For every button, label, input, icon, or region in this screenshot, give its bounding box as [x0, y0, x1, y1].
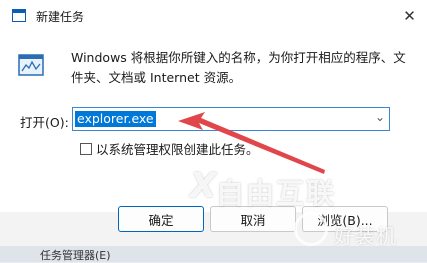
- description-text: Windows 将根据你所键入的名称，为你打开相应的程序、文件夹、文档或 Int…: [71, 50, 406, 85]
- open-input-value[interactable]: explorer.exe: [75, 111, 156, 127]
- watermark-logo-mark: X: [190, 166, 217, 206]
- watermark-logo-text: 自由互联: [216, 177, 337, 210]
- window-title: 新建任务: [36, 10, 85, 24]
- watermark-site-icon: [294, 212, 328, 246]
- chevron-down-icon[interactable]: ⌄: [375, 110, 385, 124]
- admin-checkbox[interactable]: [80, 142, 92, 155]
- run-program-icon: [18, 54, 44, 76]
- app-window-icon: [12, 9, 26, 22]
- admin-checkbox-row[interactable]: 以系统管理权限创建此任务。: [80, 139, 259, 158]
- taskbar-strip: 任务管理器(E): [0, 246, 427, 262]
- taskbar-item[interactable]: 任务管理器(E): [40, 247, 111, 263]
- ok-button[interactable]: 确定: [118, 206, 204, 232]
- open-combobox[interactable]: explorer.exe ⌄: [72, 107, 390, 131]
- watermark-site-text: 好装机: [334, 224, 397, 248]
- title-bar: 新建任务 ✕: [0, 0, 427, 32]
- admin-checkbox-label[interactable]: 以系统管理权限创建此任务。: [96, 139, 259, 158]
- open-label: 打开(O):: [20, 115, 69, 130]
- close-button[interactable]: ✕: [392, 0, 427, 32]
